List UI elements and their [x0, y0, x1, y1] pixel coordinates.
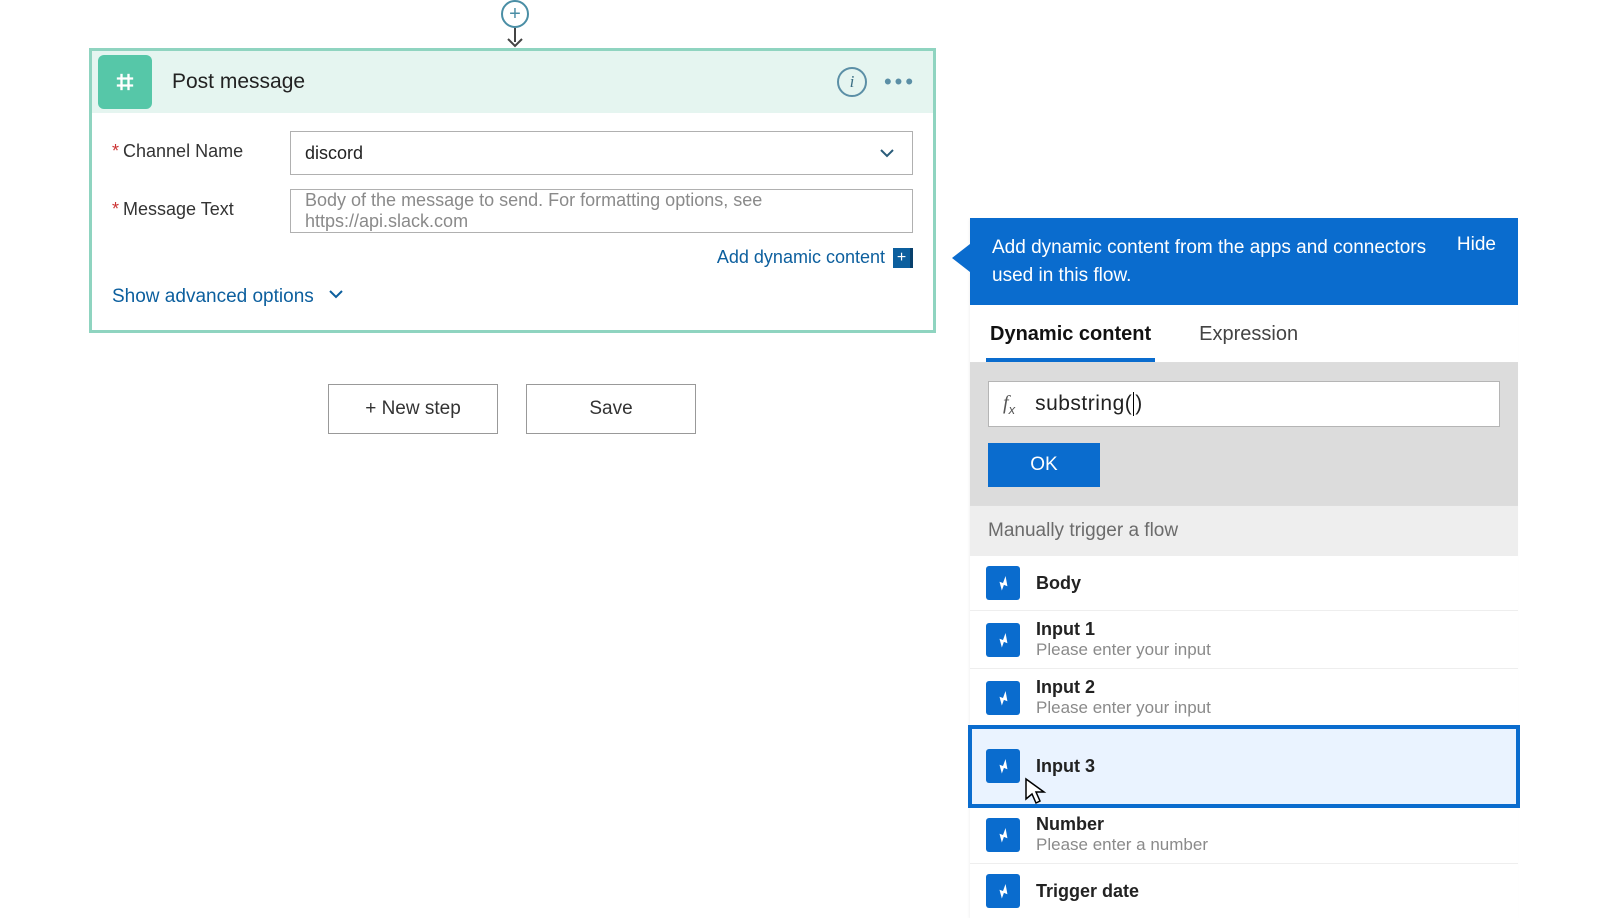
dc-item-title: Trigger date [1036, 881, 1139, 902]
dc-item-trigger-date[interactable]: Trigger date [970, 864, 1518, 918]
ok-button[interactable]: OK [988, 443, 1100, 487]
dc-section-trigger: Manually trigger a flow [970, 505, 1518, 556]
post-message-card: Post message i ••• *Channel Name discord… [89, 48, 936, 333]
message-text-label: *Message Text [112, 189, 290, 220]
channel-name-select[interactable]: discord [290, 131, 913, 175]
ellipsis-icon[interactable]: ••• [883, 65, 917, 99]
trigger-icon [986, 749, 1020, 783]
dc-item-title: Input 2 [1036, 677, 1211, 698]
chevron-down-icon [876, 142, 898, 164]
message-text-placeholder: Body of the message to send. For formatt… [305, 190, 898, 232]
dc-item-list: Body Input 1 Please enter your input Inp… [970, 556, 1518, 918]
dc-item-title: Input 3 [1036, 756, 1095, 777]
card-body: *Channel Name discord *Message Text Body… [92, 113, 933, 330]
flow-footer-buttons: + New step Save [328, 384, 696, 434]
message-text-input[interactable]: Body of the message to send. For formatt… [290, 189, 913, 233]
channel-name-value: discord [305, 143, 876, 164]
add-step-circle[interactable]: + [501, 0, 529, 28]
dc-item-sub: Please enter a number [1036, 835, 1208, 855]
save-label: Save [589, 398, 632, 420]
message-text-row: *Message Text Body of the message to sen… [112, 189, 913, 233]
add-dynamic-content-link[interactable]: Add dynamic content + [717, 247, 913, 268]
trigger-icon [986, 874, 1020, 908]
ok-label: OK [1030, 454, 1057, 476]
show-advanced-label: Show advanced options [112, 286, 314, 308]
dc-item-title: Input 1 [1036, 619, 1211, 640]
dc-tabs: Dynamic content Expression [970, 305, 1518, 363]
card-header[interactable]: Post message i ••• [92, 51, 933, 113]
add-dynamic-content-label: Add dynamic content [717, 247, 885, 268]
expression-input[interactable]: fx substring() [988, 381, 1500, 427]
trigger-icon [986, 623, 1020, 657]
dc-panel-header: Add dynamic content from the apps and co… [970, 218, 1518, 305]
show-advanced-options[interactable]: Show advanced options [112, 284, 913, 310]
fx-icon: fx [1003, 392, 1015, 417]
dc-item-sub: Please enter your input [1036, 640, 1211, 660]
panel-caret-icon [952, 244, 970, 272]
card-title: Post message [172, 70, 821, 94]
dc-item-input-1[interactable]: Input 1 Please enter your input [970, 611, 1518, 669]
slack-icon [98, 55, 152, 109]
hide-panel-link[interactable]: Hide [1457, 234, 1496, 289]
info-icon[interactable]: i [835, 65, 869, 99]
tab-dynamic-content[interactable]: Dynamic content [986, 313, 1155, 362]
flow-connector: + [501, 0, 529, 50]
new-step-label: + New step [365, 398, 461, 420]
save-button[interactable]: Save [526, 384, 696, 434]
dc-header-text: Add dynamic content from the apps and co… [992, 234, 1439, 289]
plus-badge-icon: + [893, 248, 913, 268]
channel-name-label: *Channel Name [112, 131, 290, 162]
dc-item-title: Body [1036, 573, 1081, 594]
new-step-button[interactable]: + New step [328, 384, 498, 434]
tab-expression[interactable]: Expression [1195, 313, 1302, 362]
expression-text: substring() [1035, 392, 1143, 416]
dynamic-content-panel: Add dynamic content from the apps and co… [970, 218, 1518, 918]
trigger-icon [986, 818, 1020, 852]
chevron-down-icon [326, 284, 346, 310]
dc-item-sub: Please enter your input [1036, 698, 1211, 718]
dc-item-number[interactable]: Number Please enter a number [970, 806, 1518, 864]
dc-item-input-3[interactable]: Input 3 [970, 727, 1518, 806]
trigger-icon [986, 566, 1020, 600]
channel-name-row: *Channel Name discord [112, 131, 913, 175]
trigger-icon [986, 681, 1020, 715]
dc-item-title: Number [1036, 814, 1208, 835]
arrow-down-icon [504, 28, 526, 50]
expression-area: fx substring() OK [970, 363, 1518, 505]
dc-item-body[interactable]: Body [970, 556, 1518, 611]
dc-item-input-2[interactable]: Input 2 Please enter your input [970, 669, 1518, 727]
plus-icon: + [509, 4, 521, 24]
